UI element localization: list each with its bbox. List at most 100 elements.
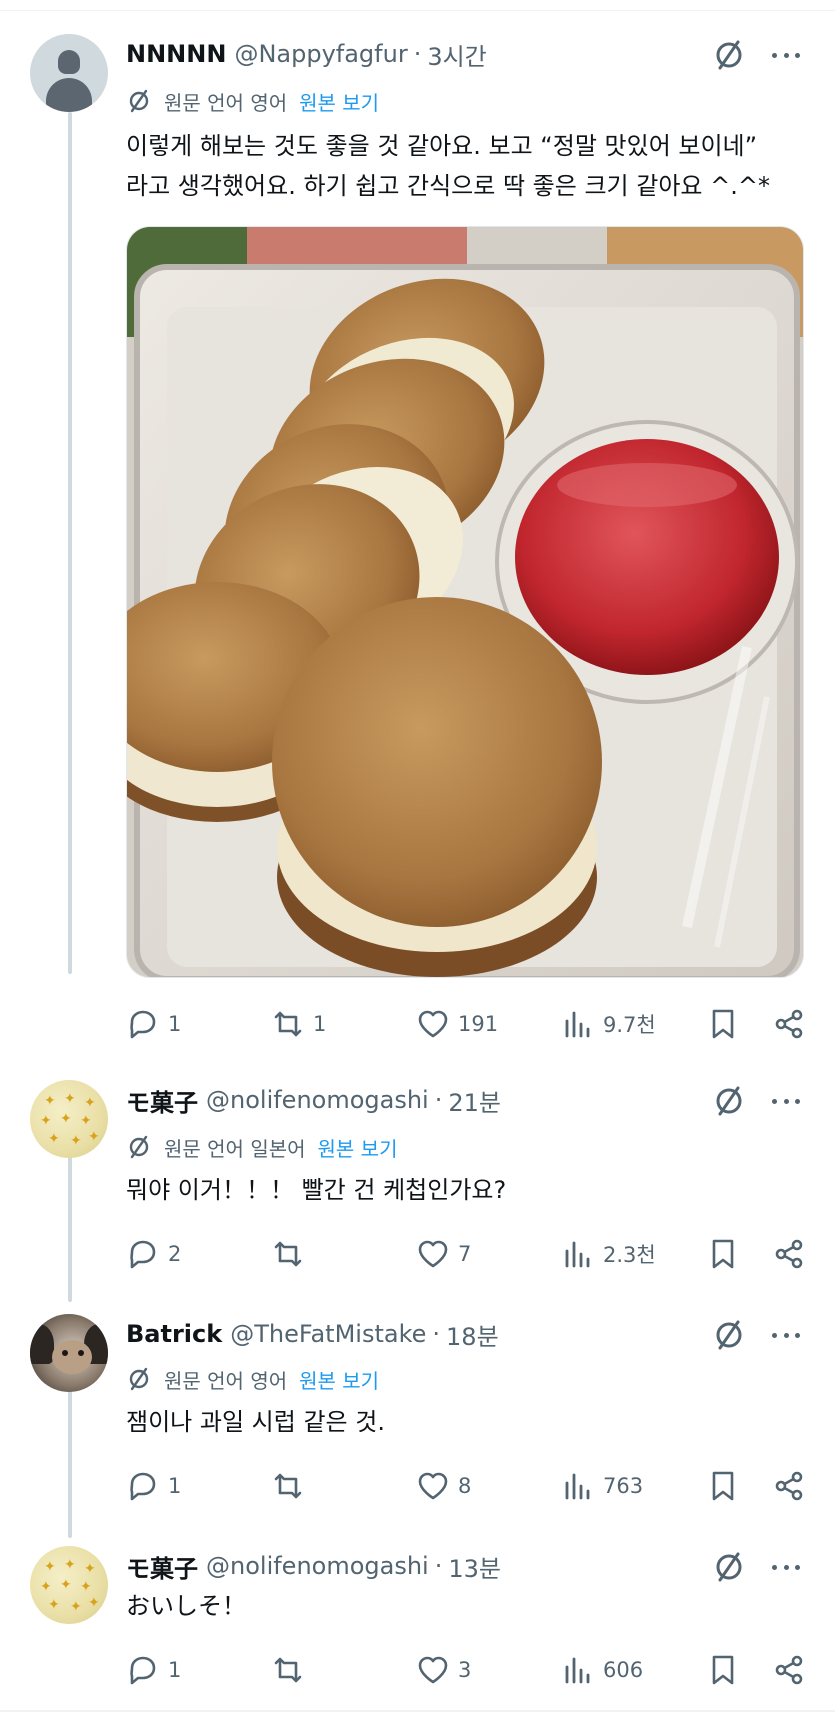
tweet-actions: 1 1 191 9.7천 <box>126 1004 806 1044</box>
share-icon <box>775 1239 803 1269</box>
share-button[interactable] <box>772 1650 806 1690</box>
show-original-link[interactable]: 원본 보기 <box>299 1365 379 1394</box>
reply-button[interactable]: 1 <box>126 1004 181 1044</box>
like-button[interactable]: 3 <box>416 1650 471 1690</box>
tweet-header: モ菓子 @nolifenomogashi · 13분 <box>126 1549 501 1584</box>
like-button[interactable]: 7 <box>416 1234 471 1274</box>
repost-icon <box>274 1241 302 1267</box>
timestamp[interactable]: 13분 <box>448 1549 501 1584</box>
translate-icon[interactable] <box>712 38 746 72</box>
default-avatar[interactable] <box>30 34 108 112</box>
user-handle[interactable]: @nolifenomogashi <box>206 1086 429 1114</box>
share-icon <box>775 1655 803 1685</box>
mogashi-avatar[interactable]: ✦ ✦ ✦ ✦ ✦ ✦ ✦ ✦ ✦ <box>30 1546 108 1624</box>
bat-avatar[interactable] <box>30 1314 108 1392</box>
repost-button[interactable] <box>271 1466 313 1506</box>
display-name[interactable]: モ菓子 <box>126 1083 198 1118</box>
like-icon <box>418 1472 448 1500</box>
translation-info: 원문 언어 영어 원본 보기 <box>126 86 379 116</box>
source-language: 원문 언어 영어 <box>164 90 288 115</box>
bookmark-button[interactable] <box>706 1650 740 1690</box>
reply-icon <box>130 1010 156 1039</box>
tweet[interactable]: ✦ ✦ ✦ ✦ ✦ ✦ ✦ ✦ ✦ モ菓子 @nolifenomogashi · 21분 원… <box>0 1070 835 1302</box>
bookmark-button[interactable] <box>706 1466 740 1506</box>
like-icon <box>418 1010 448 1038</box>
repost-icon <box>274 1657 302 1683</box>
source-language: 원문 언어 영어 <box>164 1368 288 1393</box>
views-icon <box>565 1473 590 1500</box>
translation-info: 원문 언어 일본어 원본 보기 <box>126 1132 397 1162</box>
show-original-link[interactable]: 원본 보기 <box>318 1133 398 1162</box>
tweet-header: Batrick @TheFatMistake · 18분 <box>126 1317 499 1352</box>
translate-icon[interactable] <box>712 1550 746 1584</box>
display-name[interactable]: Batrick <box>126 1320 222 1348</box>
repost-button[interactable] <box>271 1650 313 1690</box>
bookmark-icon <box>712 1471 734 1501</box>
share-button[interactable] <box>772 1466 806 1506</box>
repost-button[interactable] <box>271 1234 313 1274</box>
bookmark-icon <box>712 1655 734 1685</box>
share-button[interactable] <box>772 1234 806 1274</box>
bookmark-button[interactable] <box>706 1004 740 1044</box>
views-icon <box>565 1011 590 1038</box>
display-name[interactable]: モ菓子 <box>126 1549 198 1584</box>
bookmark-button[interactable] <box>706 1234 740 1274</box>
user-handle[interactable]: @nolifenomogashi <box>206 1552 429 1580</box>
views-button[interactable]: 763 <box>561 1466 643 1506</box>
show-original-link[interactable]: 원본 보기 <box>299 87 379 116</box>
view-count: 9.7천 <box>603 1013 656 1037</box>
translate-icon <box>129 1135 149 1159</box>
tweet[interactable]: NNNNN @Nappyfagfur · 3시간 원문 언어 영어 원본 보기 … <box>0 0 835 1070</box>
user-handle[interactable]: @TheFatMistake <box>230 1320 426 1348</box>
repost-icon <box>274 1011 302 1037</box>
translate-icon <box>129 89 149 113</box>
translate-icon[interactable] <box>712 1318 746 1352</box>
reply-count: 1 <box>168 1658 182 1682</box>
more-icon[interactable] <box>768 1550 804 1584</box>
like-count: 3 <box>458 1658 472 1682</box>
repost-count: 1 <box>313 1012 327 1036</box>
share-icon <box>775 1471 803 1501</box>
separator-dot: · <box>432 1320 441 1348</box>
view-count: 606 <box>603 1658 644 1682</box>
repost-icon <box>274 1473 302 1499</box>
reply-icon <box>130 1656 156 1685</box>
views-button[interactable]: 9.7천 <box>561 1004 656 1044</box>
tweet[interactable]: ✦ ✦ ✦ ✦ ✦ ✦ ✦ ✦ ✦ モ菓子 @nolifenomogashi · 13분 お… <box>0 1534 835 1710</box>
reply-button[interactable]: 1 <box>126 1650 181 1690</box>
tweet-text-line: 라고 생각했어요. 하기 쉽고 간식으로 딱 좋은 크기 같아요 ^.^* <box>126 172 770 200</box>
view-count: 2.3천 <box>603 1243 656 1267</box>
timestamp[interactable]: 21분 <box>448 1083 501 1118</box>
reply-count: 1 <box>168 1474 182 1498</box>
reply-count: 2 <box>168 1242 182 1266</box>
more-icon[interactable] <box>768 38 804 72</box>
translate-icon[interactable] <box>712 1084 746 1118</box>
like-button[interactable]: 191 <box>416 1004 498 1044</box>
views-button[interactable]: 606 <box>561 1650 643 1690</box>
tweet-media-image[interactable] <box>126 226 804 978</box>
views-icon <box>565 1657 590 1684</box>
tweet-text-line: 이렇게 해보는 것도 좋을 것 같아요. 보고 “정말 맛있어 보이네” <box>126 132 758 160</box>
separator-dot: · <box>413 40 422 68</box>
bookmark-icon <box>712 1009 734 1039</box>
tweet-text: おいしそ！ <box>126 1592 246 1620</box>
repost-button[interactable]: 1 <box>271 1004 326 1044</box>
display-name[interactable]: NNNNN <box>126 40 226 68</box>
tweet-header: モ菓子 @nolifenomogashi · 21분 <box>126 1083 501 1118</box>
views-button[interactable]: 2.3천 <box>561 1234 656 1274</box>
separator-dot: · <box>434 1552 443 1580</box>
source-language: 원문 언어 일본어 <box>164 1136 306 1161</box>
tweet[interactable]: Batrick @TheFatMistake · 18분 원문 언어 영어 원본… <box>0 1302 835 1534</box>
mogashi-avatar[interactable]: ✦ ✦ ✦ ✦ ✦ ✦ ✦ ✦ ✦ <box>30 1080 108 1158</box>
reply-button[interactable]: 1 <box>126 1466 181 1506</box>
tweet-actions: 2 7 2.3천 <box>126 1234 806 1274</box>
tweet-actions: 1 3 606 <box>126 1650 806 1690</box>
timestamp[interactable]: 3시간 <box>427 37 486 72</box>
timestamp[interactable]: 18분 <box>446 1317 499 1352</box>
user-handle[interactable]: @Nappyfagfur <box>234 40 407 68</box>
reply-button[interactable]: 2 <box>126 1234 181 1274</box>
share-button[interactable] <box>772 1004 806 1044</box>
more-icon[interactable] <box>768 1318 804 1352</box>
like-button[interactable]: 8 <box>416 1466 471 1506</box>
more-icon[interactable] <box>768 1084 804 1118</box>
